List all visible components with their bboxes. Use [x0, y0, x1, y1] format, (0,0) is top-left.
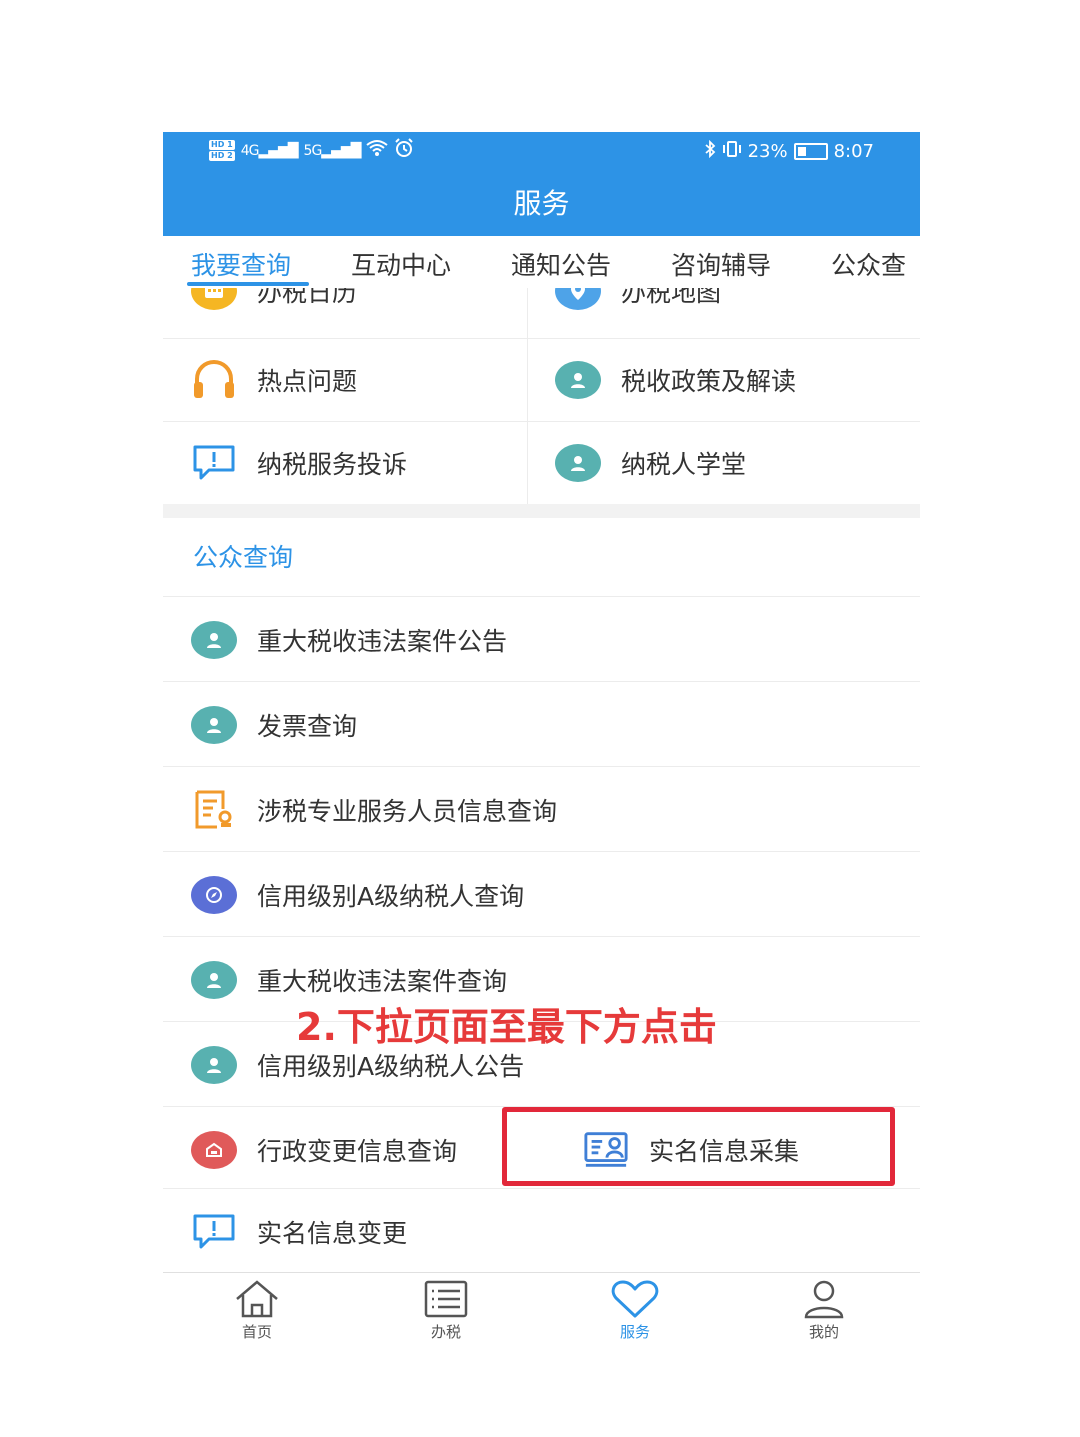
hd1-badge: HD 1	[209, 140, 235, 150]
battery-percent: 23%	[747, 141, 788, 162]
battery-icon	[793, 143, 828, 160]
list-item-admin-change-query[interactable]: 行政变更信息查询	[163, 1127, 457, 1173]
grid-row: 纳税服务投诉 纳税人学堂	[163, 421, 920, 504]
signal-5g-icon: 5G▂▄▆█	[303, 142, 362, 159]
grid-item-complaint[interactable]: 纳税服务投诉	[191, 421, 407, 504]
hd-indicators: HD 1 HD 2	[209, 140, 235, 161]
nav-tax[interactable]: 办税	[396, 1279, 496, 1342]
list-item-label: 信用级别A级纳税人查询	[257, 881, 525, 911]
wifi-icon	[366, 139, 388, 162]
vibrate-icon	[722, 140, 742, 163]
certificate-icon	[191, 787, 237, 833]
complaint-bubble-icon	[191, 440, 237, 486]
signal-4g-icon: 4G▂▄▆█	[240, 142, 299, 159]
nav-home[interactable]: 首页	[207, 1279, 307, 1342]
tab-notice[interactable]: 通知公告	[511, 246, 611, 282]
highlight-box	[502, 1107, 895, 1186]
complaint-bubble-icon	[191, 1209, 237, 1255]
status-bar: HD 1 HD 2 4G▂▄▆█ 5G▂▄▆█ 23% 8:07	[163, 132, 920, 172]
section-gap	[163, 504, 920, 518]
nav-label: 服务	[619, 1323, 650, 1341]
category-tabs-overlay: 我要查询 互动中心 通知公告 咨询辅导 公众查	[163, 236, 920, 288]
active-tab-indicator	[187, 282, 309, 286]
headphones-icon	[191, 357, 237, 403]
nav-label: 我的	[808, 1323, 839, 1341]
tab-public-query[interactable]: 公众查	[831, 246, 906, 282]
grid-item-label: 税收政策及解读	[621, 366, 797, 396]
nav-mine[interactable]: 我的	[774, 1279, 874, 1342]
building-icon	[191, 1127, 237, 1173]
alarm-icon	[394, 138, 414, 163]
home-icon	[236, 1280, 278, 1318]
list-item-a-level-query[interactable]: 信用级别A级纳税人查询	[163, 851, 920, 937]
grid-item-label: 纳税人学堂	[621, 449, 747, 479]
list-item-invoice-query[interactable]: 发票查询	[163, 681, 920, 767]
grid-item-tax-policy[interactable]: 税收政策及解读	[555, 338, 796, 421]
grid-item-label: 纳税服务投诉	[257, 449, 408, 479]
heart-icon	[611, 1280, 659, 1318]
person-icon	[804, 1280, 844, 1319]
user-icon	[191, 617, 237, 663]
list-icon	[424, 1280, 468, 1318]
tab-query[interactable]: 我要查询	[191, 246, 291, 282]
list-item-label: 实名信息变更	[257, 1218, 408, 1248]
user-icon	[191, 702, 237, 748]
nav-label: 首页	[241, 1323, 272, 1341]
grid-item-label: 热点问题	[257, 366, 358, 396]
list-item-label: 信用级别A级纳税人公告	[257, 1051, 525, 1081]
grid-row: 热点问题 税收政策及解读	[163, 338, 920, 422]
list-item-label: 重大税收违法案件查询	[257, 966, 508, 996]
grid-item-hot-issues[interactable]: 热点问题	[191, 338, 357, 421]
phone-screen: HD 1 HD 2 4G▂▄▆█ 5G▂▄▆█ 23% 8:07 服务 办税日历…	[163, 132, 920, 1352]
list-item-label: 行政变更信息查询	[257, 1136, 458, 1166]
status-left: HD 1 HD 2 4G▂▄▆█ 5G▂▄▆█	[209, 138, 414, 163]
bluetooth-icon	[704, 139, 716, 163]
list-item-label: 涉税专业服务人员信息查询	[257, 796, 558, 826]
hd2-badge: HD 2	[209, 151, 235, 161]
instruction-annotation: 2.下拉页面至最下方点击	[296, 1005, 717, 1049]
nav-service[interactable]: 服务	[585, 1279, 685, 1342]
bottom-nav: 首页 办税 服务 我的	[163, 1272, 920, 1352]
list-item-real-name-change[interactable]: 实名信息变更	[163, 1188, 920, 1274]
grid-divider	[527, 288, 528, 504]
list-item-label: 发票查询	[257, 711, 358, 741]
section-title-public-query: 公众查询	[193, 543, 294, 572]
status-right: 23% 8:07	[704, 139, 874, 163]
compass-icon	[191, 872, 237, 918]
user-icon	[191, 1042, 237, 1088]
nav-label: 办税	[430, 1323, 461, 1341]
user-icon	[555, 440, 601, 486]
tab-interaction[interactable]: 互动中心	[351, 246, 451, 282]
user-icon	[555, 357, 601, 403]
list-item-major-violation-notice[interactable]: 重大税收违法案件公告	[163, 596, 920, 682]
clock-time: 8:07	[833, 141, 874, 162]
grid-item-taxpayer-school[interactable]: 纳税人学堂	[555, 421, 746, 504]
page-title: 服务	[163, 172, 920, 236]
list-item-professional-query[interactable]: 涉税专业服务人员信息查询	[163, 766, 920, 852]
tab-consult[interactable]: 咨询辅导	[671, 246, 771, 282]
list-item-label: 重大税收违法案件公告	[257, 626, 508, 656]
user-icon	[191, 957, 237, 1003]
